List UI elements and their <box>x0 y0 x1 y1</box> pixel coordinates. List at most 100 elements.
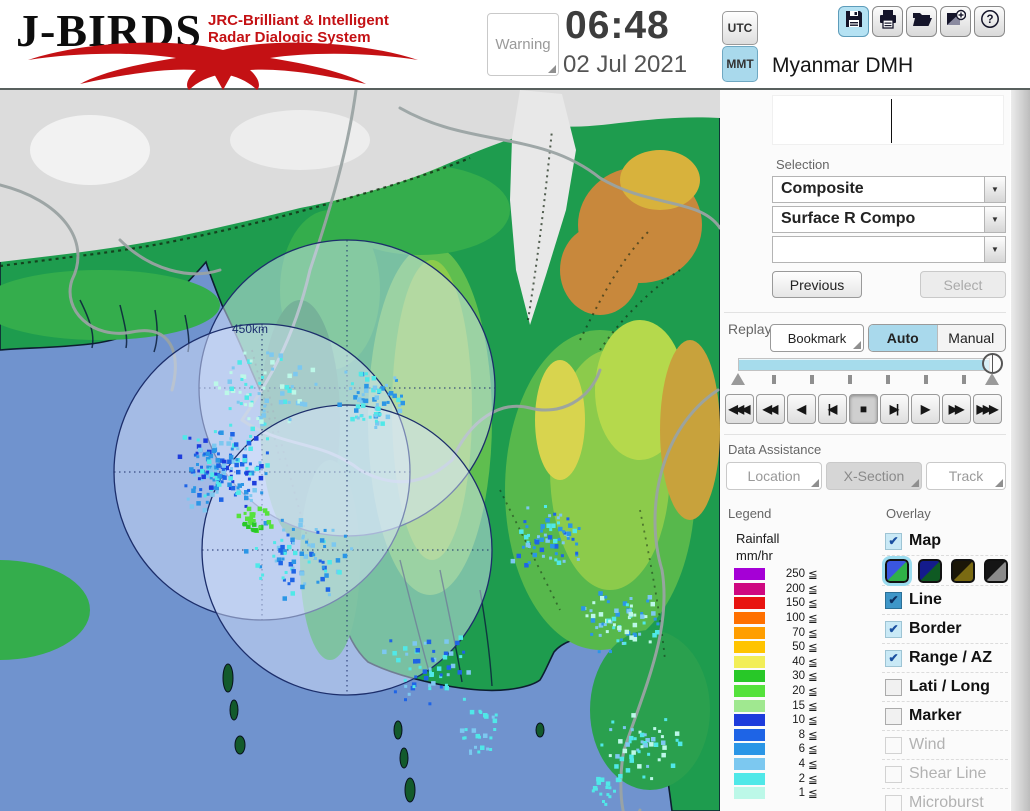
rainfall-echo <box>396 657 401 663</box>
rainfall-echo <box>622 726 626 730</box>
marker-checkbox[interactable] <box>885 707 902 725</box>
rainfall-echo <box>242 458 247 463</box>
forward-fastest-button[interactable]: ▶▶▶ <box>973 394 1002 424</box>
rainfall-echo <box>231 366 235 370</box>
manual-mode-button[interactable]: Manual <box>938 325 1006 351</box>
play-button[interactable]: ▶ <box>911 394 940 424</box>
rainfall-echo <box>623 641 627 645</box>
rainfall-echo <box>290 385 294 389</box>
location-button[interactable]: Location <box>726 462 822 490</box>
rainfall-echo <box>428 687 432 691</box>
info-display-box[interactable] <box>772 95 1004 145</box>
rainfall-echo <box>650 777 654 781</box>
rewind-fast-button[interactable]: ◀◀ <box>756 394 785 424</box>
map-style-swatch-2[interactable] <box>951 558 975 583</box>
warning-button[interactable]: Warning <box>487 13 559 76</box>
rainfall-echo <box>361 393 365 397</box>
rainfall-echo <box>188 436 192 440</box>
rainfall-echo <box>376 406 381 412</box>
rainfall-echo <box>629 758 634 763</box>
slider-start-marker[interactable] <box>731 373 745 385</box>
rewind-fastest-button[interactable]: ◀◀◀ <box>725 394 754 424</box>
utc-toggle-button[interactable]: UTC <box>722 11 758 45</box>
radar-map-viewport[interactable]: 450km <box>0 90 720 811</box>
rainfall-echo <box>464 728 468 732</box>
rainfall-echo <box>280 538 284 542</box>
previous-button[interactable]: Previous <box>772 271 862 298</box>
rainfall-echo <box>244 447 247 451</box>
legend-value: 40 <box>792 655 805 668</box>
rainfall-echo <box>291 559 297 564</box>
print-button[interactable] <box>872 6 903 37</box>
map-style-swatch-0[interactable] <box>882 555 912 586</box>
rainfall-echo <box>316 580 320 584</box>
chevron-down-icon[interactable]: ▼ <box>984 207 1005 232</box>
rainfall-echo <box>207 459 212 464</box>
rainfall-echo <box>247 417 251 421</box>
panel-collapse-strip[interactable] <box>1010 0 1030 811</box>
rainfall-echo <box>299 551 304 556</box>
rainfall-echo <box>244 395 249 400</box>
legend-value: 6 <box>798 743 805 756</box>
rainfall-echo <box>664 718 668 722</box>
auto-mode-button[interactable]: Auto <box>869 325 938 351</box>
mmt-toggle-button[interactable]: MMT <box>722 46 758 82</box>
x-section-button[interactable]: X-Section <box>826 462 922 490</box>
overlay-item-range-az: ✔ Range / AZ <box>882 644 1008 673</box>
step-forward-button[interactable]: ▶| <box>880 394 909 424</box>
product-dropdown[interactable]: Surface R Compo ▼ <box>772 206 1006 233</box>
rainfall-echo <box>189 467 194 472</box>
chevron-down-icon[interactable]: ▼ <box>984 177 1005 202</box>
rainfall-echo <box>392 651 397 656</box>
open-folder-icon <box>912 9 932 34</box>
composite-dropdown[interactable]: Composite ▼ <box>772 176 1006 203</box>
map-style-swatch-3[interactable] <box>984 558 1008 583</box>
rainfall-echo <box>229 423 233 427</box>
option-dropdown[interactable]: ▼ <box>772 236 1006 263</box>
rainfall-echo <box>256 417 260 421</box>
add-image-button[interactable] <box>940 6 971 37</box>
border-checkbox[interactable]: ✔ <box>885 620 902 638</box>
rainfall-echo <box>314 528 318 531</box>
help-button[interactable]: ? <box>974 6 1005 37</box>
rainfall-echo <box>590 618 596 623</box>
bookmark-button[interactable]: Bookmark <box>770 324 864 352</box>
slider-end-marker[interactable] <box>985 373 999 385</box>
rainfall-echo <box>244 549 249 554</box>
map-checkbox[interactable]: ✔ <box>885 532 902 550</box>
step-back-button[interactable]: |◀ <box>818 394 847 424</box>
track-button[interactable]: Track <box>926 462 1006 490</box>
rainfall-echo <box>228 407 232 411</box>
open-folder-button[interactable] <box>906 6 937 37</box>
replay-slider-track[interactable] <box>738 358 990 371</box>
stop-button[interactable]: ■ <box>849 394 878 424</box>
rainfall-echo <box>209 485 214 490</box>
select-button[interactable]: Select <box>920 271 1006 298</box>
forward-fast-button[interactable]: ▶▶ <box>942 394 971 424</box>
rainfall-echo <box>290 591 295 596</box>
lati-long-checkbox[interactable] <box>885 678 902 696</box>
rainfall-echo <box>235 458 239 462</box>
location-label: Location <box>747 468 801 484</box>
rainfall-echo <box>236 513 242 519</box>
slider-tick <box>924 375 928 384</box>
rainfall-echo <box>248 402 254 407</box>
line-checkbox[interactable]: ✔ <box>885 591 902 609</box>
rainfall-echo <box>516 553 521 559</box>
rainfall-echo <box>327 560 332 565</box>
legend-title-line1: Rainfall <box>736 531 780 546</box>
map-style-swatch-1[interactable] <box>918 558 942 583</box>
chevron-down-icon[interactable]: ▼ <box>984 237 1005 262</box>
rainfall-echo <box>303 554 308 559</box>
rainfall-echo <box>269 352 274 357</box>
replay-slider-handle[interactable] <box>982 353 1003 374</box>
range-az-checkbox[interactable]: ✔ <box>885 649 902 667</box>
manual-label: Manual <box>948 330 995 346</box>
rainfall-echo <box>278 353 283 358</box>
legend-row: 15 ≦ <box>734 698 818 713</box>
legend-scale: 250 ≦ 200 ≦ 150 ≦ 100 ≦ 70 ≦ 50 ≦ 40 ≦ 30 ≦ 20 ≦ 15 ≦ 10 ≦ 8 ≦ 6… <box>734 567 818 801</box>
play-reverse-button[interactable]: ◀ <box>787 394 816 424</box>
rainfall-echo <box>640 745 644 749</box>
save-button[interactable] <box>838 6 869 37</box>
replay-mode-group: Auto Manual <box>868 324 1006 352</box>
